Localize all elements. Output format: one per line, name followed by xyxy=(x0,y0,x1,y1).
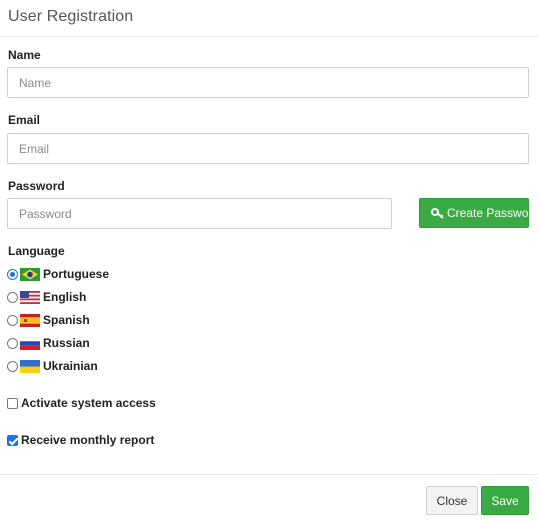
footer-divider xyxy=(0,474,538,475)
activate-access-label: Activate system access xyxy=(21,396,156,410)
key-icon xyxy=(431,207,445,219)
usa-flag-icon xyxy=(20,290,40,304)
dialog-header: User Registration xyxy=(0,0,538,37)
create-password-label: Create Password xyxy=(447,206,529,220)
name-input[interactable] xyxy=(7,67,529,98)
language-option-russian[interactable]: Russian xyxy=(7,335,90,351)
language-label-spanish: Spanish xyxy=(43,313,90,327)
email-input[interactable] xyxy=(7,133,529,164)
language-label-russian: Russian xyxy=(43,336,90,350)
language-label-ukrainian: Ukrainian xyxy=(43,359,98,373)
radio-portuguese[interactable] xyxy=(7,268,18,280)
radio-ukrainian[interactable] xyxy=(7,360,18,372)
language-option-portuguese[interactable]: Portuguese xyxy=(7,266,109,282)
close-button[interactable]: Close xyxy=(426,486,478,515)
language-label: Language xyxy=(8,244,65,258)
radio-english[interactable] xyxy=(7,291,18,303)
language-option-spanish[interactable]: Spanish xyxy=(7,312,90,328)
language-label-portuguese: Portuguese xyxy=(43,267,110,281)
language-option-ukrainian[interactable]: Ukrainian xyxy=(7,358,98,374)
password-input[interactable] xyxy=(7,198,392,229)
language-label-english: English xyxy=(43,290,87,304)
russia-flag-icon xyxy=(19,336,41,350)
activate-access-checkbox[interactable] xyxy=(7,397,18,409)
save-button[interactable]: Save xyxy=(481,486,529,515)
language-option-english[interactable]: English xyxy=(7,289,86,305)
dialog-title: User Registration xyxy=(8,8,134,25)
email-label: Email xyxy=(8,113,41,127)
monthly-report-checkbox[interactable] xyxy=(7,434,18,446)
spain-flag-icon xyxy=(20,313,40,327)
monthly-report-label: Receive monthly report xyxy=(21,433,155,447)
brazil-flag-icon xyxy=(20,267,40,281)
name-label: Name xyxy=(8,48,41,62)
monthly-report-option[interactable]: Receive monthly report xyxy=(7,432,154,448)
activate-access-option[interactable]: Activate system access xyxy=(7,395,156,411)
radio-spanish[interactable] xyxy=(7,314,18,326)
create-password-button[interactable]: Create Password xyxy=(419,198,529,228)
radio-russian[interactable] xyxy=(7,337,18,349)
ukraine-flag-icon xyxy=(20,359,40,373)
password-label: Password xyxy=(8,179,65,193)
